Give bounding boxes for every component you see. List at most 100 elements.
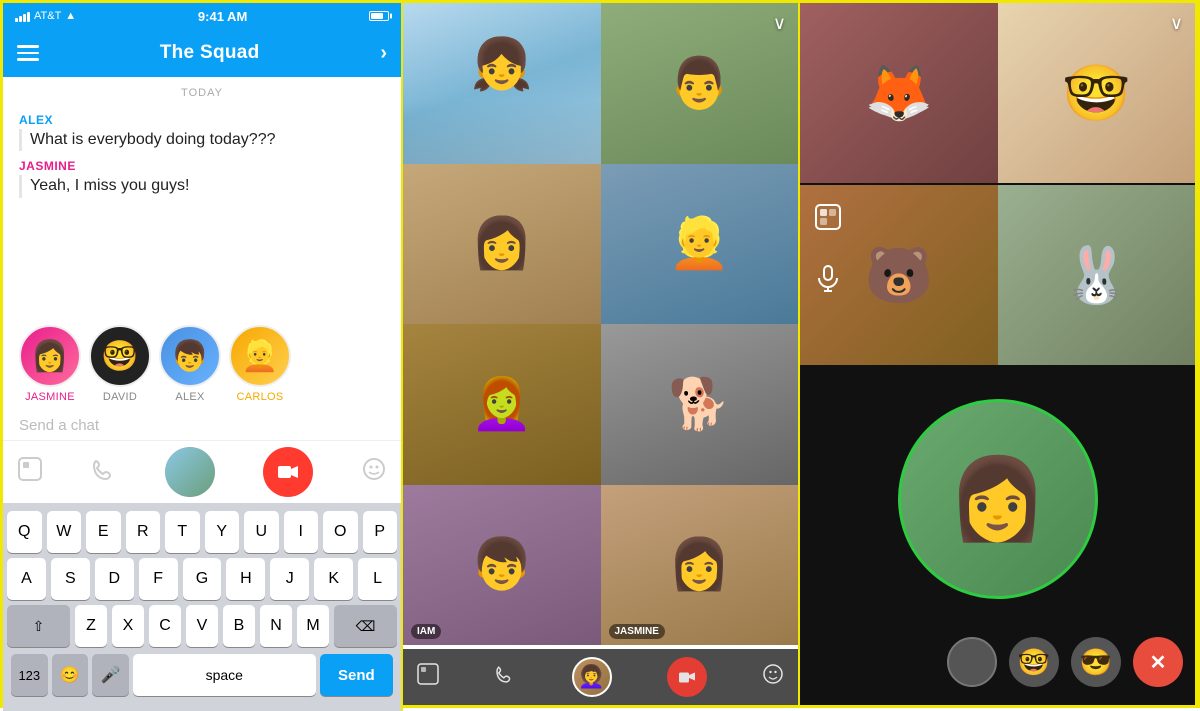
key-x[interactable]: X bbox=[112, 605, 144, 647]
key-q[interactable]: Q bbox=[7, 511, 42, 553]
panel2-emoji-icon[interactable] bbox=[762, 663, 784, 691]
hamburger-line bbox=[17, 52, 39, 55]
keyboard-row-2: A S D F G H J K L bbox=[7, 558, 397, 600]
video-label-jasmine: JASMINE bbox=[609, 624, 665, 639]
key-mic[interactable]: 🎤 bbox=[92, 654, 129, 696]
key-i[interactable]: I bbox=[284, 511, 319, 553]
avatar-alex[interactable]: 👦 ALEX bbox=[159, 325, 221, 403]
avatar-name-carlos: CARLOS bbox=[236, 391, 283, 403]
panel2-bottom-bar: 👩‍🦱 bbox=[403, 649, 798, 705]
wifi-icon: ▲ bbox=[65, 10, 76, 22]
key-d[interactable]: D bbox=[95, 558, 134, 600]
avatar-name-jasmine: JASMINE bbox=[25, 391, 75, 403]
panel3-side-controls bbox=[814, 203, 842, 297]
signal-bar-1 bbox=[15, 18, 18, 22]
nav-forward-icon[interactable]: › bbox=[380, 42, 387, 65]
key-h[interactable]: H bbox=[226, 558, 265, 600]
key-m[interactable]: M bbox=[297, 605, 329, 647]
key-f[interactable]: F bbox=[139, 558, 178, 600]
avatar-row: 👩 JASMINE 🤓 DAVID 👦 ALEX 👱 CARLOS bbox=[3, 313, 401, 411]
key-emoji[interactable]: 😊 bbox=[52, 654, 89, 696]
phone-icon[interactable] bbox=[91, 456, 117, 488]
keyboard-row-3: ⇧ Z X C V B N M ⌫ bbox=[7, 605, 397, 647]
key-b[interactable]: B bbox=[223, 605, 255, 647]
send-chat-bar: Send a chat bbox=[3, 411, 401, 440]
key-space[interactable]: space bbox=[133, 654, 316, 696]
message-author-jasmine: JASMINE bbox=[19, 159, 385, 173]
key-r[interactable]: R bbox=[126, 511, 161, 553]
panel3-emoji-face-icon[interactable]: 🤓 bbox=[1009, 637, 1059, 687]
avatar-emoji-carlos: 👱 bbox=[241, 339, 278, 374]
panel2-phone-icon[interactable] bbox=[494, 663, 516, 691]
panel3-mic-ctrl[interactable] bbox=[814, 264, 842, 297]
chat-panel: AT&T ▲ 9:41 AM The Squad › TODAY ALEX Wh… bbox=[3, 3, 403, 711]
battery-icon bbox=[369, 11, 389, 21]
key-s[interactable]: S bbox=[51, 558, 90, 600]
key-z[interactable]: Z bbox=[75, 605, 107, 647]
panel3-cell-2: 🤓 bbox=[998, 3, 1196, 183]
video-call-button[interactable] bbox=[263, 447, 313, 497]
panel3-cell-4: 🐰 bbox=[998, 185, 1196, 365]
key-t[interactable]: T bbox=[165, 511, 200, 553]
panel3-filter-icon[interactable] bbox=[947, 637, 997, 687]
panel2-chevron-icon[interactable]: ∨ bbox=[773, 13, 786, 34]
panel3-bottom-icons: 🤓 😎 ✕ bbox=[947, 637, 1183, 687]
avatar-emoji-alex: 👦 bbox=[171, 339, 208, 374]
key-n[interactable]: N bbox=[260, 605, 292, 647]
panel3-sunglasses-icon[interactable]: 😎 bbox=[1071, 637, 1121, 687]
key-shift[interactable]: ⇧ bbox=[7, 605, 70, 647]
panel2-video-button[interactable] bbox=[667, 657, 707, 697]
avatar-emoji-david: 🤓 bbox=[101, 339, 138, 374]
key-o[interactable]: O bbox=[323, 511, 358, 553]
key-num[interactable]: 123 bbox=[11, 654, 48, 696]
avatar-circle-jasmine: 👩 bbox=[19, 325, 81, 387]
key-a[interactable]: A bbox=[7, 558, 46, 600]
signal-bar-4 bbox=[27, 12, 30, 22]
key-k[interactable]: K bbox=[314, 558, 353, 600]
panel2-self-avatar[interactable]: 👩‍🦱 bbox=[572, 657, 612, 697]
video-label-iam: IAM bbox=[411, 624, 441, 639]
key-u[interactable]: U bbox=[244, 511, 279, 553]
key-g[interactable]: G bbox=[183, 558, 222, 600]
panel3-sticker-ctrl[interactable] bbox=[814, 203, 842, 236]
message-text-alex: What is everybody doing today??? bbox=[19, 129, 385, 151]
key-v[interactable]: V bbox=[186, 605, 218, 647]
avatar-jasmine[interactable]: 👩 JASMINE bbox=[19, 325, 81, 403]
avatar-name-alex: ALEX bbox=[175, 391, 204, 403]
video-cell-2: 👨 bbox=[601, 3, 799, 164]
key-l[interactable]: L bbox=[358, 558, 397, 600]
avatar-carlos[interactable]: 👱 CARLOS bbox=[229, 325, 291, 403]
battery-fill bbox=[371, 13, 383, 19]
keyboard-row-1: Q W E R T Y U I O P bbox=[7, 511, 397, 553]
avatar-name-david: DAVID bbox=[103, 391, 137, 403]
key-w[interactable]: W bbox=[47, 511, 82, 553]
sticker-icon[interactable] bbox=[17, 456, 43, 488]
key-c[interactable]: C bbox=[149, 605, 181, 647]
status-bar-left: AT&T ▲ bbox=[15, 10, 76, 22]
date-divider: TODAY bbox=[3, 77, 401, 105]
menu-button[interactable] bbox=[17, 45, 39, 61]
video-cell-6: 🐕 bbox=[601, 324, 799, 485]
signal-bar-3 bbox=[23, 14, 26, 22]
hamburger-line bbox=[17, 45, 39, 48]
signal-bars bbox=[15, 10, 30, 22]
chat-title: The Squad bbox=[160, 42, 260, 64]
video-cell-3: 👩 bbox=[403, 164, 601, 325]
key-e[interactable]: E bbox=[86, 511, 121, 553]
video-cell-8: 👩 JASMINE bbox=[601, 485, 799, 646]
message-author-alex: ALEX bbox=[19, 113, 385, 127]
panel3-close-button[interactable]: ✕ bbox=[1133, 637, 1183, 687]
avatar-circle-alex: 👦 bbox=[159, 325, 221, 387]
emoji-button[interactable] bbox=[361, 456, 387, 488]
panel3-chevron-icon[interactable]: ∨ bbox=[1170, 13, 1183, 34]
key-p[interactable]: P bbox=[363, 511, 398, 553]
key-j[interactable]: J bbox=[270, 558, 309, 600]
avatar-david[interactable]: 🤓 DAVID bbox=[89, 325, 151, 403]
key-backspace[interactable]: ⌫ bbox=[334, 605, 397, 647]
avatar-circle-carlos: 👱 bbox=[229, 325, 291, 387]
key-y[interactable]: Y bbox=[205, 511, 240, 553]
camera-preview[interactable] bbox=[165, 447, 215, 497]
status-time: 9:41 AM bbox=[198, 9, 247, 24]
panel2-sticker-icon[interactable] bbox=[417, 663, 439, 691]
key-send[interactable]: Send bbox=[320, 654, 393, 696]
